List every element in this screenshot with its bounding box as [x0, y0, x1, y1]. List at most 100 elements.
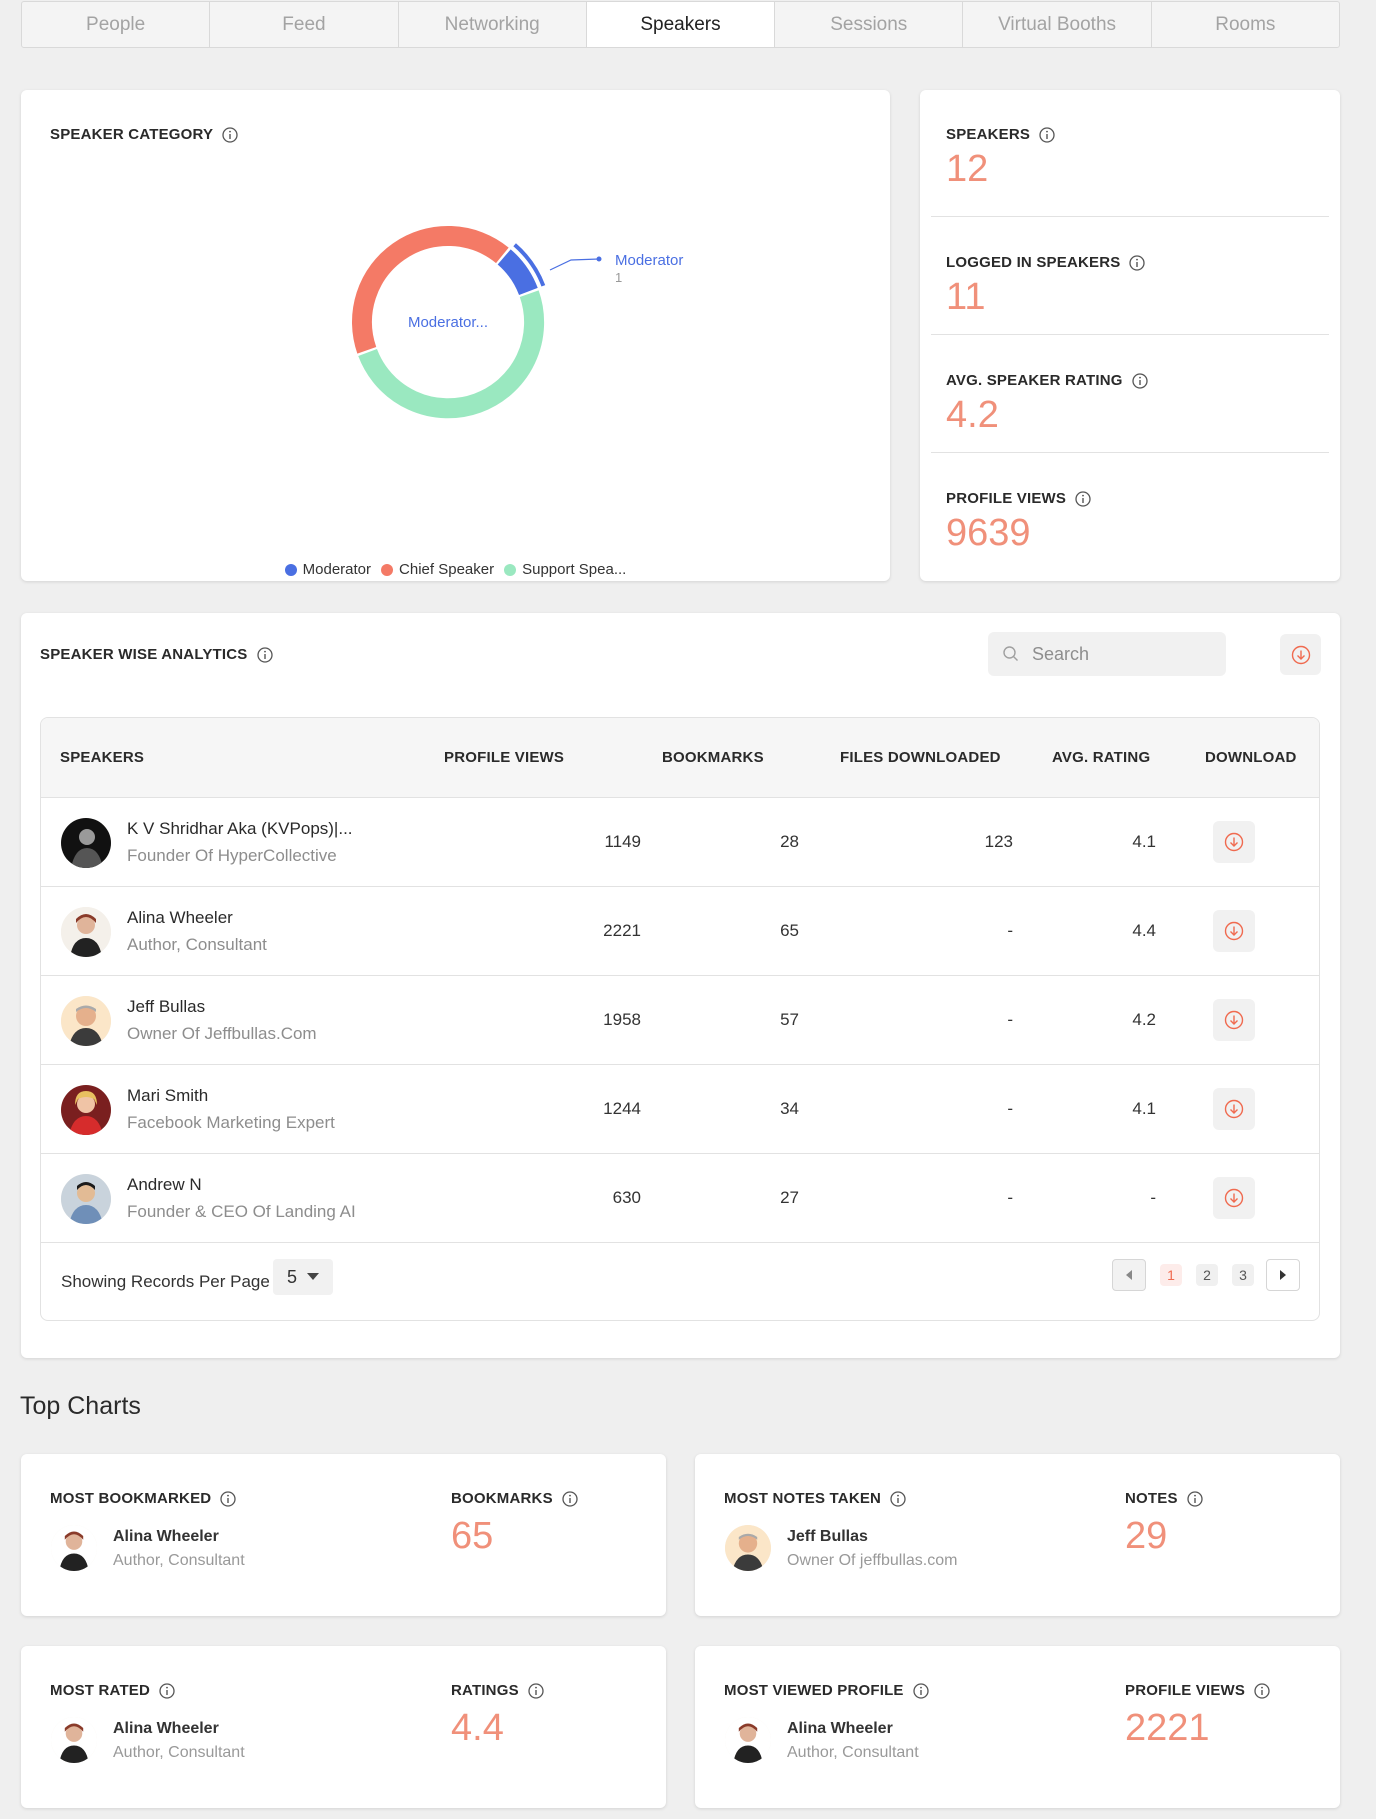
profile-views-cell: 1244	[603, 1099, 641, 1118]
info-icon[interactable]	[256, 646, 273, 663]
info-icon[interactable]	[220, 1490, 236, 1507]
download-icon	[1224, 921, 1244, 941]
speaker-name: Alina Wheeler	[127, 908, 233, 927]
speaker-role: Author, Consultant	[113, 1552, 245, 1569]
metric-value: 4.4	[451, 1707, 504, 1749]
tab-virtual-booths[interactable]: Virtual Booths	[963, 2, 1152, 47]
callout-value: 1	[615, 270, 622, 285]
records-per-page-select[interactable]: 5	[273, 1259, 333, 1295]
download-icon	[1224, 1010, 1244, 1030]
speaker-name: Alina Wheeler	[113, 1720, 219, 1737]
speaker-role: Author, Consultant	[787, 1744, 919, 1761]
tab-people[interactable]: People	[22, 2, 211, 47]
page-3[interactable]: 3	[1232, 1264, 1254, 1286]
table-footer: Showing Records Per Page 5 1 2 3	[41, 1243, 1319, 1320]
download-all-button[interactable]	[1280, 634, 1321, 675]
chart-legend: Moderator Chief Speaker Support Spea...	[21, 561, 890, 578]
table-row[interactable]: Andrew N Founder & CEO Of Landing AI 630…	[41, 1154, 1319, 1243]
most-rated-card: MOST RATED RATINGS Alina Wheeler Author,…	[21, 1646, 666, 1808]
callout-label: Moderator	[615, 252, 683, 269]
avatar	[61, 1174, 111, 1224]
speaker-role: Owner Of jeffbullas.com	[787, 1552, 958, 1569]
table-row[interactable]: Alina Wheeler Author, Consultant 2221 65…	[41, 887, 1319, 976]
tab-speakers[interactable]: Speakers	[586, 2, 776, 47]
stat-value: 9639	[946, 512, 1031, 554]
info-icon[interactable]	[1187, 1490, 1203, 1507]
info-icon[interactable]	[528, 1682, 544, 1699]
donut-slice-moderator[interactable]	[497, 249, 538, 296]
download-icon	[1224, 1188, 1244, 1208]
search-input[interactable]: Search	[988, 632, 1226, 676]
col-speakers[interactable]: SPEAKERS	[60, 749, 144, 766]
tab-feed[interactable]: Feed	[210, 2, 399, 47]
col-files-downloaded[interactable]: FILES DOWNLOADED	[840, 749, 1001, 766]
speaker-table: SPEAKERS PROFILE VIEWS BOOKMARKS FILES D…	[40, 717, 1320, 1321]
table-row[interactable]: Jeff Bullas Owner Of Jeffbullas.Com 1958…	[41, 976, 1319, 1065]
speaker-name: Alina Wheeler	[787, 1720, 893, 1737]
col-profile-views[interactable]: PROFILE VIEWS	[444, 749, 564, 766]
stat-value: 11	[946, 276, 986, 318]
next-page-button[interactable]	[1266, 1259, 1300, 1291]
tab-networking[interactable]: Networking	[399, 2, 587, 47]
download-row-button[interactable]	[1213, 821, 1255, 863]
info-icon[interactable]	[159, 1682, 175, 1699]
col-avg-rating[interactable]: AVG. RATING	[1052, 749, 1150, 766]
page-2[interactable]: 2	[1196, 1264, 1218, 1286]
legend-support-speaker[interactable]: Support Spea...	[504, 561, 626, 578]
download-row-button[interactable]	[1213, 1177, 1255, 1219]
search-placeholder: Search	[1032, 643, 1090, 664]
speaker-category-card: SPEAKER CATEGORY Moderator 1 Moderator..…	[21, 90, 890, 581]
download-icon	[1224, 1099, 1244, 1119]
speaker-name: Andrew N	[127, 1175, 202, 1194]
avatar	[725, 1525, 771, 1571]
donut-slice-support-speaker[interactable]	[358, 290, 545, 419]
speaker-role: Author, Consultant	[113, 1744, 245, 1761]
caret-down-icon	[307, 1273, 319, 1280]
tab-sessions[interactable]: Sessions	[775, 2, 964, 47]
donut-center-label: Moderator...	[408, 314, 488, 331]
stat-logged-in-speakers: LOGGED IN SPEAKERS 11	[931, 217, 1329, 335]
legend-chief-speaker[interactable]: Chief Speaker	[381, 561, 494, 578]
profile-views-cell: 1149	[604, 832, 641, 851]
prev-page-button[interactable]	[1112, 1259, 1146, 1291]
info-icon[interactable]	[1039, 126, 1055, 143]
download-row-button[interactable]	[1213, 1088, 1255, 1130]
metric-value: 65	[451, 1515, 494, 1557]
download-row-button[interactable]	[1213, 999, 1255, 1041]
profile-views-cell: 630	[612, 1188, 641, 1207]
info-icon[interactable]	[1254, 1682, 1270, 1699]
info-icon[interactable]	[562, 1490, 578, 1507]
speaker-category-donut: Moderator 1 Moderator...	[352, 226, 683, 419]
download-icon	[1291, 645, 1310, 664]
legend-moderator[interactable]: Moderator	[284, 561, 371, 578]
page-1[interactable]: 1	[1160, 1264, 1182, 1286]
info-icon[interactable]	[1131, 372, 1148, 389]
col-bookmarks[interactable]: BOOKMARKS	[662, 749, 764, 766]
donut-slice-chief-speaker[interactable]	[352, 226, 509, 354]
callout-line	[549, 258, 600, 271]
speaker-role: Facebook Marketing Expert	[127, 1113, 335, 1132]
speaker-role: Founder Of HyperCollective	[127, 846, 337, 865]
avatar	[61, 1085, 111, 1135]
stat-value: 12	[946, 148, 989, 190]
legend-dot	[504, 563, 517, 576]
info-icon[interactable]	[1075, 490, 1091, 507]
most-viewed-profile-card: MOST VIEWED PROFILE PROFILE VIEWS Alina …	[695, 1646, 1340, 1808]
avg-rating-cell: 4.1	[1132, 832, 1156, 851]
table-row[interactable]: K V Shridhar Aka (KVPops)|... Founder Of…	[41, 798, 1319, 887]
info-icon[interactable]	[1129, 254, 1146, 271]
tab-bar: People Feed Networking Speakers Sessions…	[21, 1, 1340, 48]
speaker-role: Author, Consultant	[127, 935, 267, 954]
profile-views-cell: 2221	[603, 921, 641, 940]
callout-dot	[596, 256, 602, 262]
speaker-name: K V Shridhar Aka (KVPops)|...	[127, 819, 353, 838]
col-download: DOWNLOAD	[1205, 749, 1297, 766]
tab-rooms[interactable]: Rooms	[1152, 2, 1339, 47]
info-icon[interactable]	[912, 1682, 929, 1699]
bookmarks-cell: 27	[780, 1188, 799, 1207]
table-row[interactable]: Mari Smith Facebook Marketing Expert 124…	[41, 1065, 1319, 1154]
info-icon[interactable]	[890, 1490, 906, 1507]
download-row-button[interactable]	[1213, 910, 1255, 952]
stat-profile-views: PROFILE VIEWS 9639	[931, 453, 1329, 571]
records-per-page-label: Showing Records Per Page	[61, 1272, 270, 1291]
